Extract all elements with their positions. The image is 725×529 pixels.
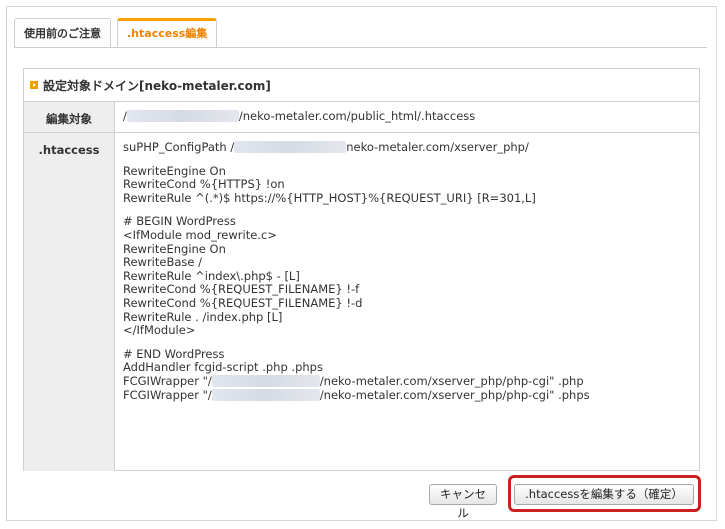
- code-line: suPHP_ConfigPath / neko-metaler.com/xserv…: [123, 140, 691, 155]
- target-label: 編集対象: [24, 102, 115, 132]
- htaccess-row: .htaccess suPHP_ConfigPath / neko-metaler…: [24, 133, 699, 471]
- code-line: </IfModule>: [123, 323, 196, 338]
- code-line: RewriteEngine On: [123, 163, 226, 178]
- target-path-suffix: /neko-metaler.com/public_html/.htaccess: [238, 109, 476, 123]
- code-line: RewriteCond %{REQUEST_FILENAME} !-f: [123, 282, 360, 297]
- code-line: FCGIWrapper "/ /neko-metaler.com/xserver_…: [123, 387, 691, 403]
- section-title: 設定対象ドメイン[neko-metaler.com]: [43, 78, 271, 93]
- tab-htaccess-edit[interactable]: .htaccess編集: [117, 18, 218, 47]
- code-line: RewriteCond %{HTTPS} !on: [123, 177, 285, 192]
- tab-divider: [14, 47, 707, 48]
- code-segment: /neko-metaler.com/xserver_php/php-cgi" .…: [319, 373, 584, 388]
- code-line: RewriteCond %{REQUEST_FILENAME} !-d: [123, 295, 363, 310]
- code-segment: /neko-metaler.com/xserver_php/php-cgi" .…: [319, 387, 590, 402]
- tab-precautions[interactable]: 使用前のご注意: [14, 18, 111, 47]
- code-line: AddHandler fcgid-script .php .phps: [123, 360, 323, 375]
- arrow-bullet-icon: [30, 81, 38, 89]
- target-row: 編集対象 //neko-metaler.com/public_html/.hta…: [24, 102, 699, 133]
- code-segment: FCGIWrapper "/: [123, 373, 212, 388]
- code-segment: suPHP_ConfigPath /: [123, 140, 235, 154]
- code-line: # BEGIN WordPress: [123, 214, 236, 229]
- code-line: # END WordPress: [123, 346, 225, 361]
- code-line: RewriteRule . /index.php [L]: [123, 309, 283, 324]
- htaccess-content[interactable]: suPHP_ConfigPath / neko-metaler.com/xserv…: [115, 133, 699, 471]
- redacted-username: [234, 141, 347, 153]
- code-segment: neko-metaler.com/xserver_php/: [346, 140, 529, 154]
- section-header: 設定対象ドメイン[neko-metaler.com]: [24, 69, 699, 102]
- cancel-button[interactable]: キャンセル: [429, 484, 497, 520]
- code-line: RewriteRule ^index\.php$ - [L]: [123, 268, 300, 283]
- domain-settings-panel: 設定対象ドメイン[neko-metaler.com] 編集対象 //neko-m…: [23, 68, 700, 471]
- code-line: <IfModule mod_rewrite.c>: [123, 227, 277, 242]
- tab-bar: 使用前のご注意 .htaccess編集: [14, 18, 223, 48]
- code-segment: FCGIWrapper "/: [123, 387, 212, 402]
- code-line: RewriteBase /: [123, 255, 202, 270]
- code-line: RewriteRule ^(.*)$ https://%{HTTP_HOST}%…: [123, 190, 536, 205]
- redacted-username: [126, 110, 239, 122]
- target-path: //neko-metaler.com/public_html/.htaccess: [115, 102, 699, 132]
- redacted-username: [211, 374, 320, 387]
- code-line: FCGIWrapper "/ /neko-metaler.com/xserver_…: [123, 373, 691, 389]
- htaccess-label: .htaccess: [24, 133, 115, 471]
- confirm-edit-button[interactable]: .htaccessを編集する（確定）: [514, 484, 694, 505]
- redacted-username: [211, 388, 320, 401]
- code-line: RewriteEngine On: [123, 241, 226, 256]
